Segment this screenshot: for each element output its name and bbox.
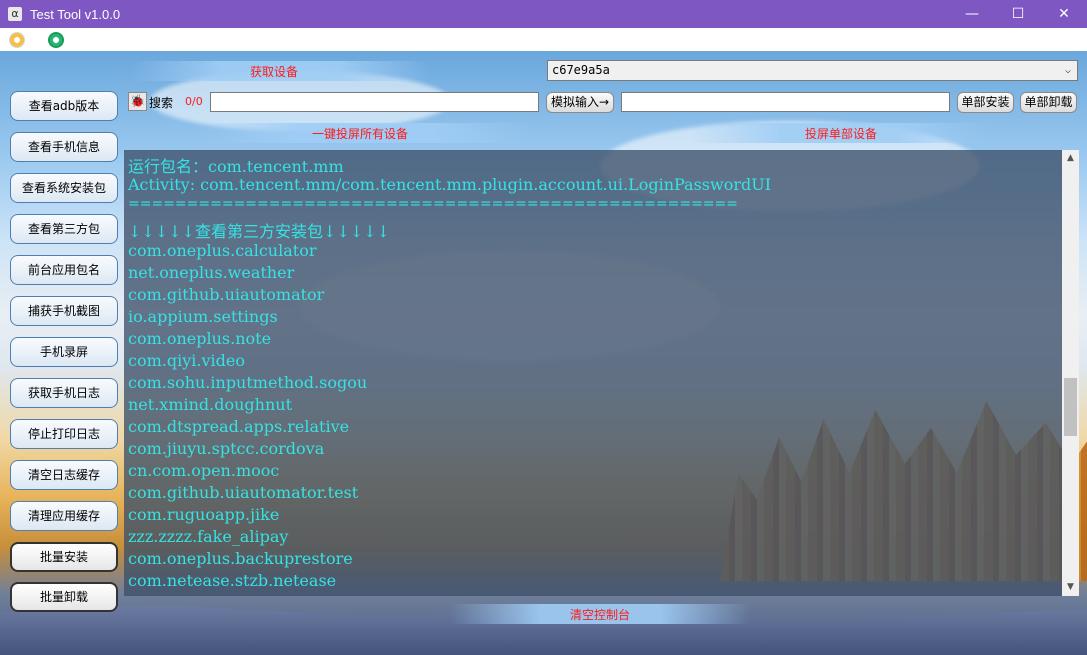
console-line: com.qiyi.video [128, 351, 245, 370]
console-line: com.netease.stzb.netease [128, 571, 337, 590]
console-line: cn.com.open.mooc [128, 461, 280, 480]
sidebar-item-adb-version[interactable]: 查看adb版本 [10, 91, 118, 121]
close-button[interactable]: ✕ [1041, 0, 1087, 28]
simulate-input-button[interactable]: 模拟输入→ [546, 92, 614, 113]
scroll-down-icon[interactable]: ▼ [1062, 579, 1079, 596]
sidebar-item-third-party-packages[interactable]: 查看第三方包 [10, 214, 118, 244]
sidebar-item-batch-install[interactable]: 批量安装 [10, 542, 118, 572]
console-line: com.oneplus.backuprestore [128, 549, 353, 568]
console-line: com.sohu.inputmethod.sogou [128, 373, 368, 392]
console-line: 运行包名：com.tencent.mm [128, 157, 344, 176]
single-uninstall-button[interactable]: 单部卸载 [1020, 92, 1077, 113]
chevron-down-icon: ⌵ [1064, 65, 1072, 76]
window-controls: — ☐ ✕ [949, 0, 1087, 28]
console-scrollbar[interactable]: ▲ ▼ [1062, 150, 1079, 596]
mirror-all-button[interactable]: 一键投屏所有设备 [312, 125, 408, 142]
app-icon: α [8, 7, 22, 21]
clear-console-button[interactable]: 清空控制台 [570, 606, 630, 623]
window-title: Test Tool v1.0.0 [30, 6, 121, 22]
maximize-button[interactable]: ☐ [995, 0, 1041, 28]
bug-icon[interactable]: 🐞 [128, 92, 147, 111]
console-line: net.xmind.doughnut [128, 395, 292, 414]
sidebar-item-clear-app-cache[interactable]: 清理应用缓存 [10, 501, 118, 531]
single-install-button[interactable]: 单部安装 [957, 92, 1014, 113]
device-select[interactable]: c67e9a5a ⌵ [547, 60, 1078, 81]
settings-icon[interactable] [48, 31, 64, 48]
mirror-single-button[interactable]: 投屏单部设备 [805, 125, 877, 142]
sidebar-item-phone-info[interactable]: 查看手机信息 [10, 132, 118, 162]
console-line: com.jiuyu.sptcc.cordova [128, 439, 325, 458]
get-device-label[interactable]: 获取设备 [250, 63, 298, 80]
sidebar-item-screen-record[interactable]: 手机录屏 [10, 337, 118, 367]
console-line: com.oneplus.note [128, 329, 272, 348]
console-line: Activity: com.tencent.mm/com.tencent.mm.… [128, 175, 772, 194]
console-line: com.ruguoapp.jike [128, 505, 280, 524]
refresh-icon[interactable] [9, 31, 25, 48]
sidebar-item-system-packages[interactable]: 查看系统安装包 [10, 173, 118, 203]
simulate-input-field[interactable] [621, 92, 950, 112]
sidebar-item-batch-uninstall[interactable]: 批量卸载 [10, 582, 118, 612]
search-input[interactable] [210, 92, 539, 112]
console-line: ↓↓↓↓↓查看第三方安装包↓↓↓↓↓ [128, 222, 391, 241]
device-select-value: c67e9a5a [552, 63, 610, 77]
sidebar-item-clear-log-cache[interactable]: 清空日志缓存 [10, 460, 118, 490]
search-count: 0/0 [185, 95, 203, 108]
search-label[interactable]: 搜索 [149, 94, 173, 111]
sidebar-item-stop-log[interactable]: 停止打印日志 [10, 419, 118, 449]
toolbar [0, 28, 1087, 51]
sidebar-item-foreground-package[interactable]: 前台应用包名 [10, 255, 118, 285]
console-line: zzz.zzzz.fake_alipay [128, 527, 289, 546]
sidebar-item-get-log[interactable]: 获取手机日志 [10, 378, 118, 408]
console-line: com.oneplus.calculator [128, 241, 317, 260]
scroll-up-icon[interactable]: ▲ [1062, 150, 1079, 167]
title-bar: α Test Tool v1.0.0 — ☐ ✕ [0, 0, 1087, 28]
console-line: net.oneplus.weather [128, 263, 295, 282]
scrollbar-thumb[interactable] [1064, 378, 1077, 436]
console-line: com.github.uiautomator.test [128, 483, 359, 502]
sidebar-item-screenshot[interactable]: 捕获手机截图 [10, 296, 118, 326]
console-line: com.dtspread.apps.relative [128, 417, 350, 436]
minimize-button[interactable]: — [949, 0, 995, 28]
console-line: io.appium.settings [128, 307, 278, 326]
console-line: ========================================… [128, 196, 738, 212]
console-output[interactable]: 运行包名：com.tencent.mm Activity: com.tencen… [124, 150, 1062, 596]
console-line: com.github.uiautomator [128, 285, 325, 304]
